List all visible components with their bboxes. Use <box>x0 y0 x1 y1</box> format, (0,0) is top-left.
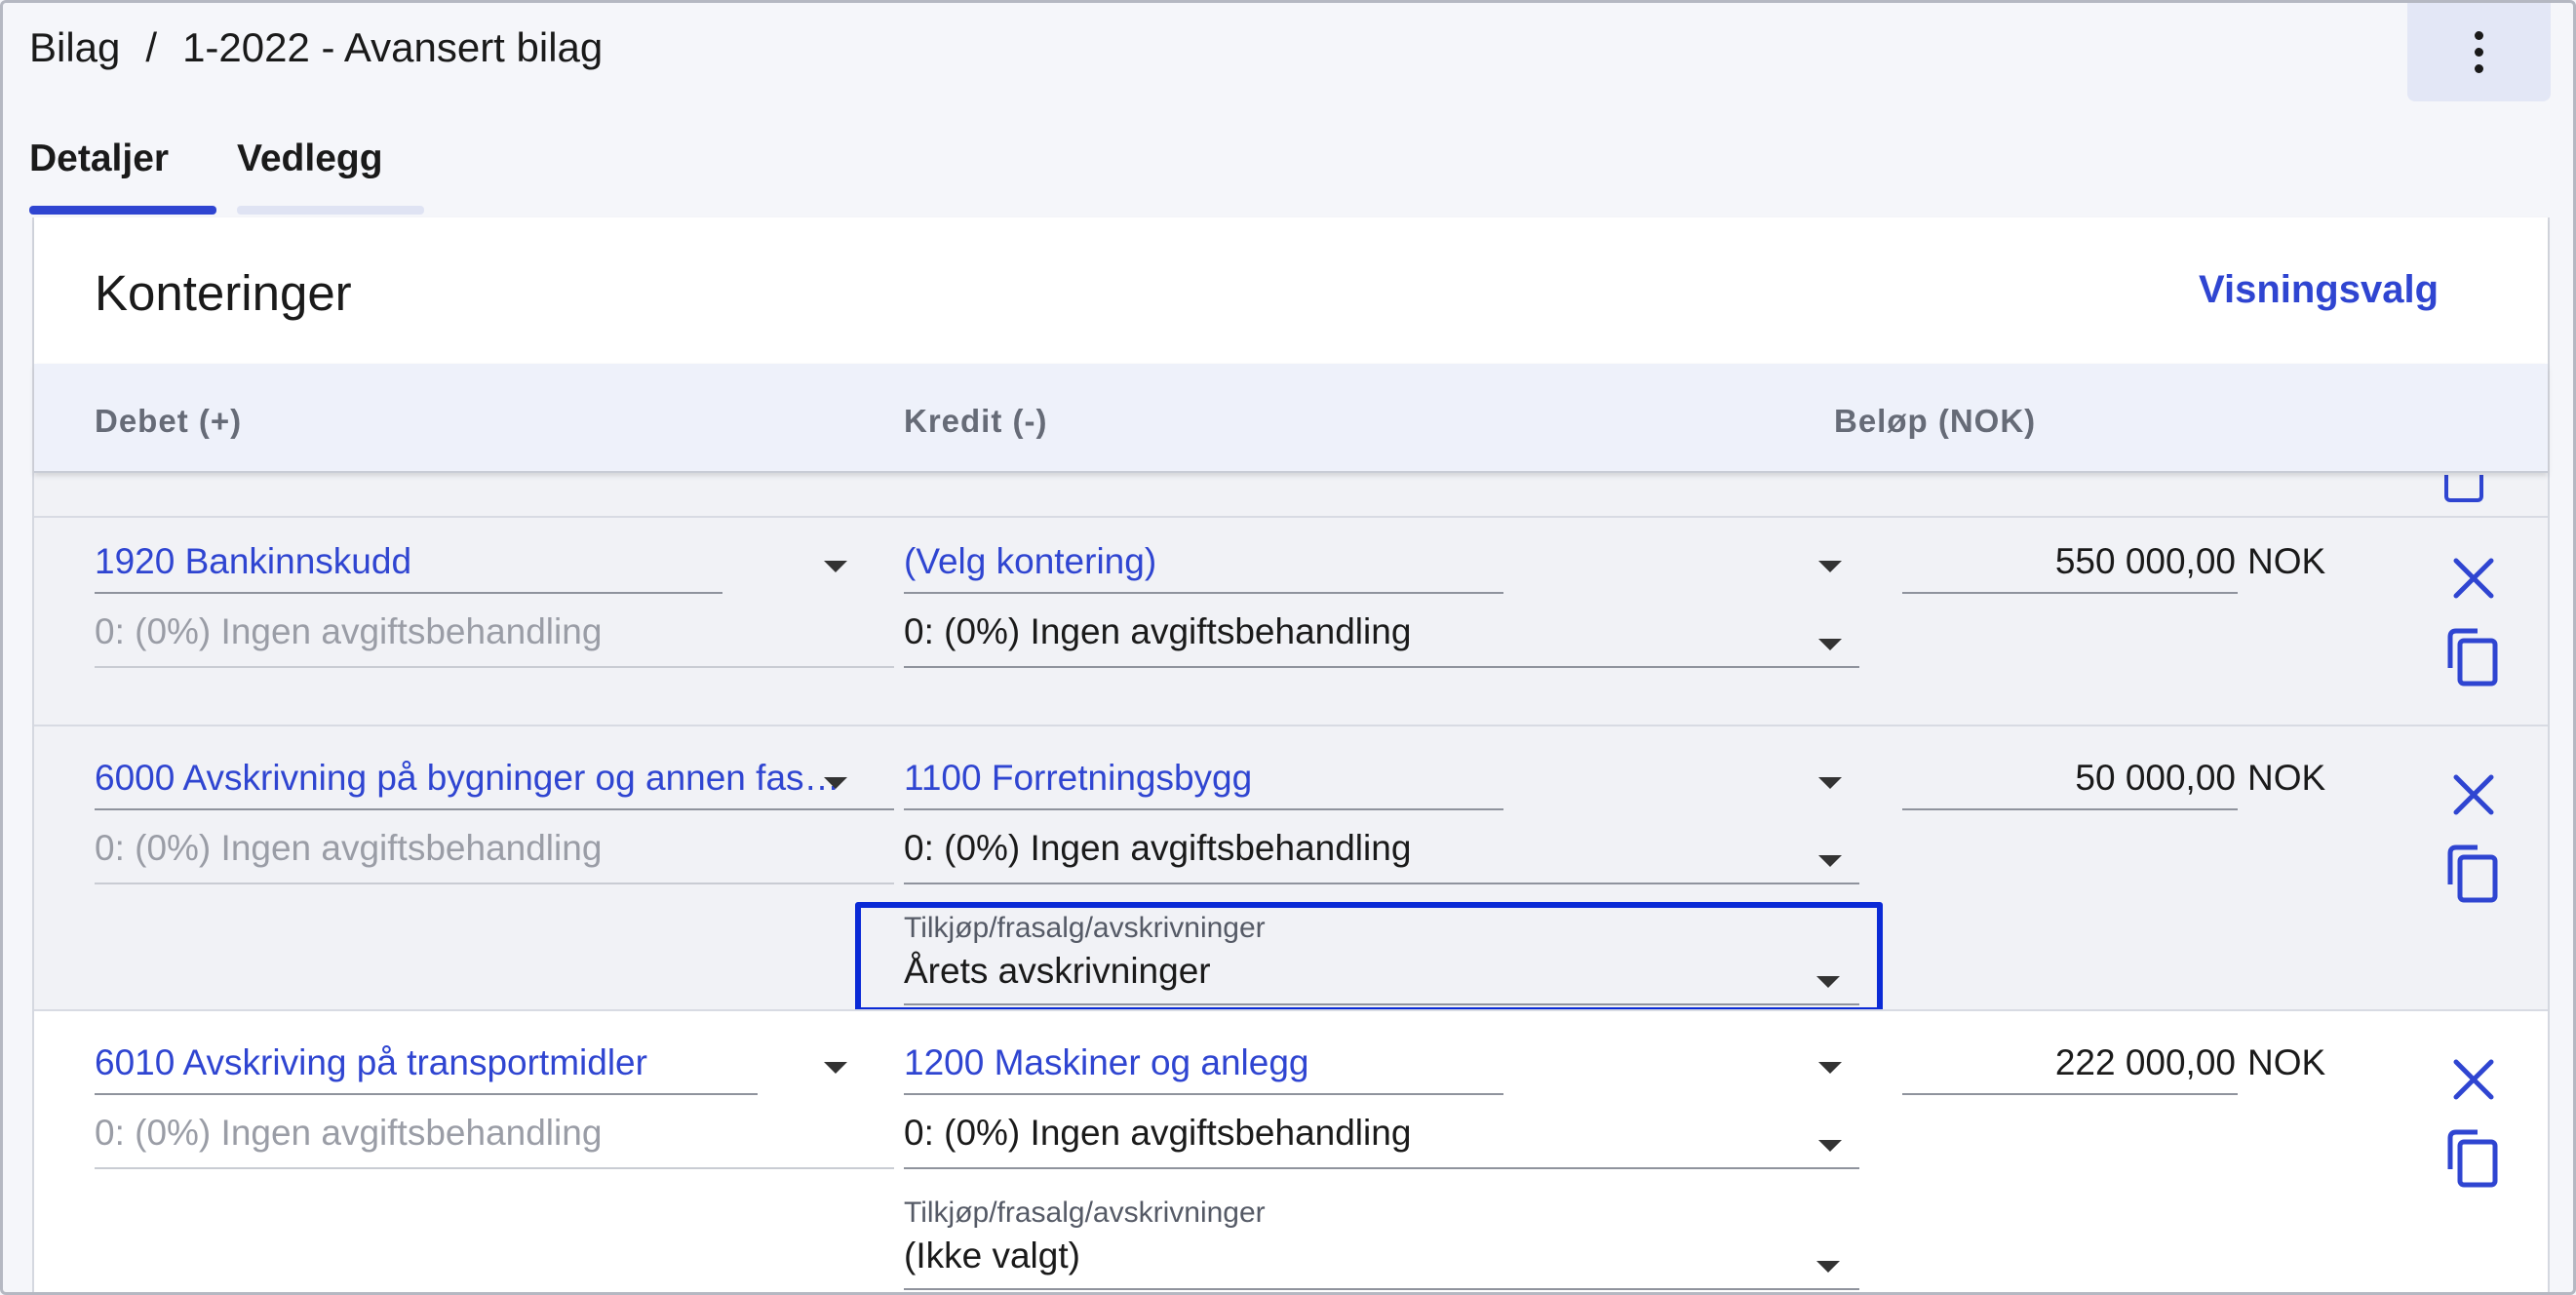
posting-row: 1920 Bankinnskudd 0: (0%) Ingen avgiftsb… <box>34 516 2548 725</box>
currency-label: NOK <box>2247 1042 2326 1082</box>
copy-row-icon[interactable] <box>2446 1128 2499 1189</box>
column-header-row: Debet (+) Kredit (-) Beløp (NOK) <box>34 364 2548 473</box>
currency-label: NOK <box>2247 541 2326 581</box>
chevron-down-icon[interactable] <box>1816 1261 1840 1273</box>
chevron-down-icon[interactable] <box>1818 639 1842 650</box>
breadcrumb-root[interactable]: Bilag <box>29 24 120 71</box>
breadcrumb: Bilag / 1-2022 - Avansert bilag <box>29 24 603 71</box>
tab-detaljer[interactable]: Detaljer <box>29 137 169 180</box>
chevron-down-icon[interactable] <box>1818 855 1842 867</box>
posting-row: 6000 Avskrivning på bygninger og annen f… <box>34 725 2548 1013</box>
copy-row-icon[interactable] <box>2446 627 2499 687</box>
debet-account-select[interactable]: 6010 Avskriving på transportmidler <box>95 1042 719 1083</box>
copy-row-icon[interactable] <box>2444 475 2483 502</box>
more-options-button[interactable] <box>2407 3 2551 101</box>
tab-vedlegg[interactable]: Vedlegg <box>237 137 383 180</box>
asset-transaction-select[interactable]: (Ikke valgt) <box>904 1236 1762 1276</box>
asset-transaction-label: Tilkjøp/frasalg/avskrivninger <box>904 912 1266 944</box>
asset-transaction-select[interactable]: Årets avskrivninger <box>904 951 1762 992</box>
debet-account-select[interactable]: 1920 Bankinnskudd <box>95 541 650 582</box>
tab-vedlegg-indicator <box>237 206 424 215</box>
kredit-account-select[interactable]: (Velg kontering) <box>904 541 1489 582</box>
view-options-link[interactable]: Visningsvalg <box>2199 268 2439 312</box>
column-header-amount: Beløp (NOK) <box>1834 403 2037 439</box>
copy-row-icon[interactable] <box>2446 844 2499 904</box>
asset-transaction-label: Tilkjøp/frasalg/avskrivninger <box>904 1197 1266 1229</box>
konteringer-panel: Konteringer Visningsvalg 1920 Bankinnsku… <box>32 217 2550 1292</box>
amount-input[interactable]: 222 000,00 <box>1906 1042 2236 1083</box>
kredit-account-select[interactable]: 1100 Forretningsbygg <box>904 758 1489 799</box>
chevron-down-icon[interactable] <box>1818 561 1842 572</box>
debet-vat-select: 0: (0%) Ingen avgiftsbehandling <box>95 828 603 868</box>
delete-row-icon[interactable] <box>2452 773 2495 816</box>
posting-row: 6010 Avskriving på transportmidler 0: (0… <box>34 1009 2548 1292</box>
breadcrumb-current: 1-2022 - Avansert bilag <box>182 24 604 70</box>
delete-row-icon[interactable] <box>2452 557 2495 600</box>
chevron-down-icon[interactable] <box>824 1062 847 1074</box>
panel-title: Konteringer <box>95 265 352 321</box>
currency-label: NOK <box>2247 758 2326 798</box>
chevron-down-icon[interactable] <box>1818 777 1842 789</box>
amount-input[interactable]: 550 000,00 <box>1906 541 2236 582</box>
kredit-vat-select[interactable]: 0: (0%) Ingen avgiftsbehandling <box>904 828 1762 869</box>
amount-input[interactable]: 50 000,00 <box>1906 758 2236 799</box>
debet-account-select[interactable]: 6000 Avskrivning på bygninger og annen f… <box>95 758 845 799</box>
column-header-debet: Debet (+) <box>95 403 243 439</box>
chevron-down-icon[interactable] <box>1816 976 1840 988</box>
kredit-vat-select[interactable]: 0: (0%) Ingen avgiftsbehandling <box>904 1113 1762 1154</box>
app-window: Bilag / 1-2022 - Avansert bilag Detaljer… <box>0 0 2576 1295</box>
more-vertical-icon <box>2475 31 2483 73</box>
kredit-account-select[interactable]: 1200 Maskiner og anlegg <box>904 1042 1489 1083</box>
chevron-down-icon[interactable] <box>824 777 847 789</box>
delete-row-icon[interactable] <box>2452 1058 2495 1101</box>
chevron-down-icon[interactable] <box>1818 1062 1842 1074</box>
breadcrumb-separator: / <box>145 24 158 70</box>
chevron-down-icon[interactable] <box>824 561 847 572</box>
column-header-kredit: Kredit (-) <box>904 403 1048 439</box>
debet-vat-select: 0: (0%) Ingen avgiftsbehandling <box>95 1113 603 1153</box>
tab-detaljer-indicator <box>29 206 216 215</box>
kredit-vat-select[interactable]: 0: (0%) Ingen avgiftsbehandling <box>904 611 1762 652</box>
chevron-down-icon[interactable] <box>1818 1140 1842 1152</box>
panel-header: Konteringer Visningsvalg <box>34 217 2548 364</box>
debet-vat-select: 0: (0%) Ingen avgiftsbehandling <box>95 611 603 651</box>
